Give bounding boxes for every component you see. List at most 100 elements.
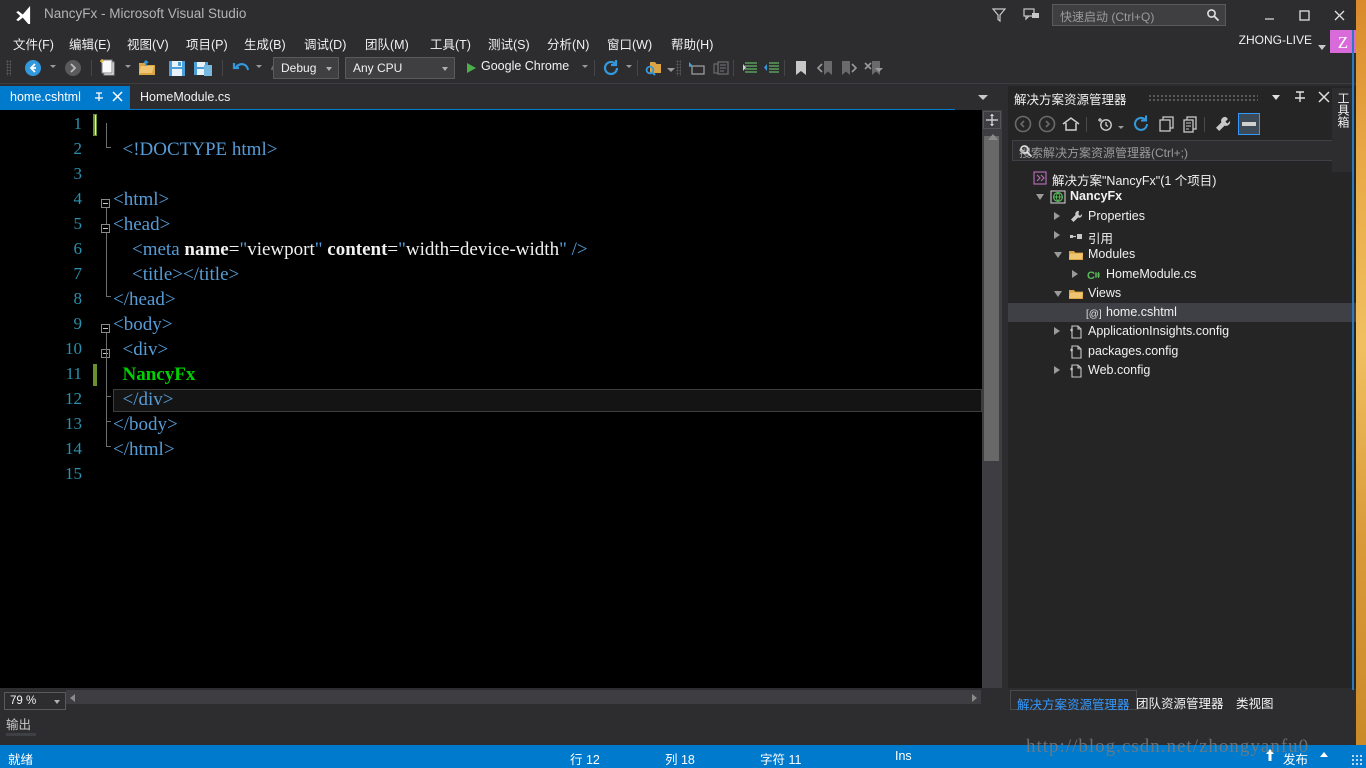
start-debug-label[interactable]: Google Chrome <box>481 59 569 73</box>
zoom-level-select[interactable]: 79 % <box>4 692 66 710</box>
fold-box-html[interactable] <box>101 199 110 208</box>
close-button[interactable] <box>1326 2 1352 28</box>
menu-item-5[interactable]: 生成(B) <box>241 33 289 54</box>
preview-selected-items-button[interactable] <box>1238 113 1260 135</box>
tree-node-packages.config[interactable]: packages.config <box>1008 342 1356 361</box>
save-button[interactable] <box>166 57 188 79</box>
menu-item-2[interactable]: 编辑(E) <box>66 33 114 54</box>
chevron-down-icon[interactable] <box>1019 150 1025 154</box>
scroll-left-arrow[interactable] <box>70 694 75 702</box>
new-project-dropdown[interactable] <box>125 65 131 68</box>
code-line[interactable]: <!DOCTYPE html> <box>113 137 277 162</box>
code-line[interactable]: <div> <box>113 337 168 362</box>
code-line[interactable]: <meta name="viewport" content="width=dev… <box>113 237 588 262</box>
tree-node-modules[interactable]: Modules <box>1008 245 1356 264</box>
chevron-down-icon[interactable] <box>1054 291 1062 297</box>
chevron-down-icon[interactable] <box>1036 194 1044 200</box>
header-drag-dots[interactable] <box>1148 94 1258 101</box>
chevron-right-icon[interactable] <box>1054 366 1060 374</box>
output-tab-label[interactable]: 输出 <box>6 714 31 733</box>
chevron-down-icon[interactable] <box>1318 40 1326 54</box>
menu-item-9[interactable]: 测试(S) <box>485 33 533 54</box>
code-line[interactable]: <html> <box>113 187 169 212</box>
pending-changes-filter-button[interactable] <box>1094 113 1116 135</box>
publish-label[interactable]: 发布 <box>1283 749 1308 768</box>
show-all-files-button[interactable] <box>1180 113 1202 135</box>
navigate-backward-button[interactable] <box>22 57 44 79</box>
find-in-files-button[interactable] <box>643 57 665 79</box>
undo-dropdown[interactable] <box>256 65 262 68</box>
increase-indent-button[interactable] <box>761 57 783 79</box>
back-button[interactable] <box>1012 113 1034 135</box>
menu-item-11[interactable]: 窗口(W) <box>604 33 655 54</box>
tree-node-home.cshtml[interactable]: [@]home.cshtml <box>1008 303 1356 322</box>
chevron-right-icon[interactable] <box>1072 270 1078 278</box>
panel-menu-chevron-icon[interactable] <box>1268 89 1284 105</box>
menu-item-12[interactable]: 帮助(H) <box>668 33 716 54</box>
filter-dropdown-caret[interactable] <box>1118 126 1124 129</box>
menu-item-6[interactable]: 调试(D) <box>301 33 349 54</box>
scroll-up-arrow[interactable] <box>988 134 998 140</box>
editor-scroll-thumb[interactable] <box>984 136 999 461</box>
account-name[interactable]: ZHONG-LIVE <box>1239 33 1312 47</box>
fold-box-head[interactable] <box>101 224 110 233</box>
tree-node-[interactable]: 引用 <box>1008 226 1356 245</box>
tab-home-cshtml[interactable]: home.cshtml <box>0 86 130 110</box>
navigate-forward-button[interactable] <box>62 57 84 79</box>
code-line[interactable]: </div> <box>113 387 174 412</box>
panel-tab-3[interactable]: 类视图 <box>1230 690 1280 710</box>
tree-node-nancyfx1[interactable]: 解决方案"NancyFx"(1 个项目) <box>1008 168 1356 187</box>
toolbar-overflow-caret[interactable] <box>875 68 883 72</box>
chevron-right-icon[interactable] <box>1054 231 1060 239</box>
fold-box-body[interactable] <box>101 324 110 333</box>
code-line[interactable]: <body> <box>113 312 172 337</box>
pin-icon[interactable] <box>1292 89 1308 105</box>
editor-horizontal-scrollbar[interactable] <box>66 690 981 704</box>
forward-button[interactable] <box>1036 113 1058 135</box>
toggle-bookmark-button[interactable] <box>790 57 812 79</box>
uncomment-selection-button[interactable] <box>710 57 732 79</box>
code-editor[interactable]: 123456789101112131415 <! <box>0 110 1002 688</box>
maximize-button[interactable] <box>1291 2 1317 28</box>
menu-item-3[interactable]: 视图(V) <box>124 33 172 54</box>
menu-item-4[interactable]: 项目(P) <box>183 33 231 54</box>
previous-bookmark-button[interactable] <box>814 57 836 79</box>
tree-node-properties[interactable]: Properties <box>1008 207 1356 226</box>
collapse-all-button[interactable] <box>1156 113 1178 135</box>
toolbar-grip[interactable] <box>6 60 11 76</box>
tree-node-views[interactable]: Views <box>1008 284 1356 303</box>
menu-item-1[interactable]: 文件(F) <box>10 33 57 54</box>
code-line[interactable]: </html> <box>113 437 175 462</box>
properties-wrench-button[interactable] <box>1212 113 1234 135</box>
panel-tab-2[interactable]: 团队资源管理器 <box>1130 690 1230 710</box>
pin-icon[interactable] <box>93 91 105 106</box>
solution-platform-select[interactable]: Any CPU <box>345 57 455 79</box>
new-project-button[interactable] <box>98 57 120 79</box>
tree-node-applicationinsights.config[interactable]: ApplicationInsights.config <box>1008 322 1356 341</box>
open-file-button[interactable] <box>136 57 158 79</box>
minimize-button[interactable] <box>1256 2 1282 28</box>
undo-button[interactable] <box>230 57 252 79</box>
chevron-down-icon[interactable] <box>978 95 988 100</box>
solution-explorer-search-input[interactable]: 搜索解决方案资源管理器(Ctrl+;) <box>1012 140 1352 161</box>
comment-selection-button[interactable] <box>686 57 708 79</box>
solution-config-select[interactable]: Debug <box>273 57 339 79</box>
refresh-button[interactable] <box>600 57 622 79</box>
save-all-button[interactable] <box>192 57 214 79</box>
navigate-backward-dropdown[interactable] <box>50 65 56 68</box>
tree-node-nancyfx[interactable]: NancyFx <box>1008 187 1356 206</box>
code-line[interactable]: </body> <box>113 412 178 437</box>
decrease-indent-button[interactable] <box>739 57 761 79</box>
scroll-right-arrow[interactable] <box>972 694 977 702</box>
feedback-funnel-icon[interactable] <box>988 4 1010 26</box>
tab-homemodule-cs[interactable]: HomeModule.cs <box>130 86 242 110</box>
tree-node-homemodule.cs[interactable]: CHomeModule.cs <box>1008 265 1356 284</box>
close-icon[interactable] <box>112 91 123 105</box>
panel-tab-1[interactable]: 解决方案资源管理器 <box>1010 690 1137 710</box>
refresh-button[interactable] <box>1130 113 1152 135</box>
refresh-dropdown[interactable] <box>626 65 632 68</box>
code-line[interactable]: NancyFx <box>113 362 195 387</box>
menu-item-8[interactable]: 工具(T) <box>427 33 474 54</box>
chevron-right-icon[interactable] <box>1054 212 1060 220</box>
resize-grip[interactable] <box>1351 754 1363 766</box>
